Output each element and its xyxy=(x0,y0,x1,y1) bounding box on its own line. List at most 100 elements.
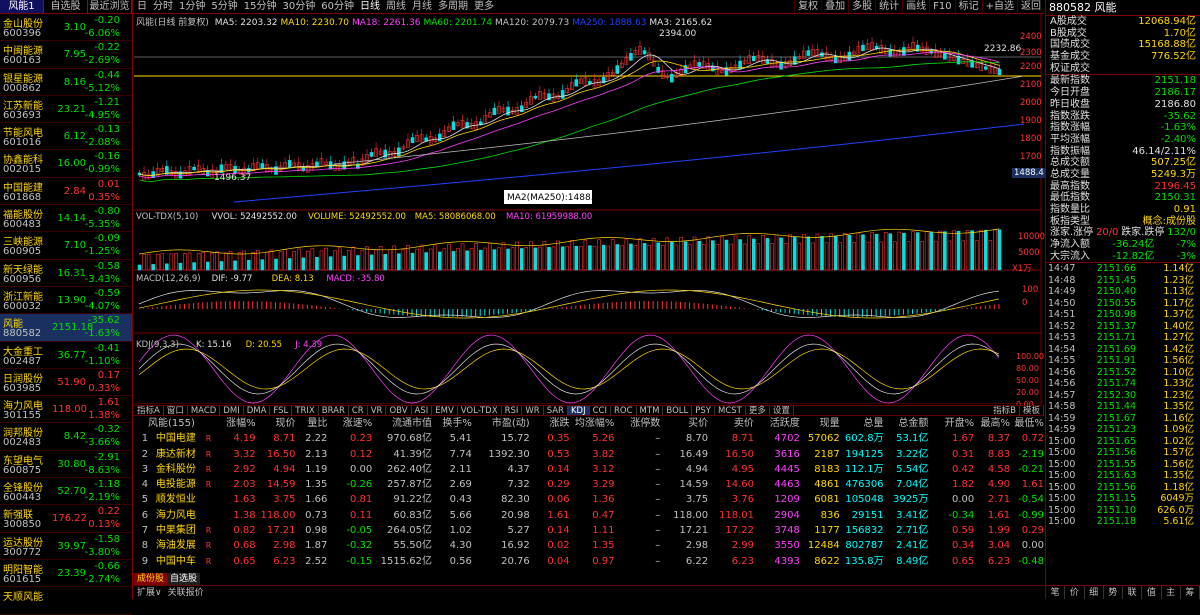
table-row[interactable]: 2 康达新材 R 3.32 16.50 2.13 0.12 41.39亿 7.74 1392.30… xyxy=(134,447,1044,462)
indicator-tab[interactable]: BRAR xyxy=(319,406,349,416)
indicator-tab[interactable]: KDJ xyxy=(567,406,590,416)
watchlist-row[interactable]: 浙江新能 600032 13.90 -0.59 -4.07% xyxy=(0,287,132,315)
column-header[interactable]: 活跃度 xyxy=(754,416,800,431)
indicator-tab[interactable]: 更多 xyxy=(746,406,770,416)
indicator-tab[interactable]: OBV xyxy=(386,406,412,416)
watchlist-row[interactable]: 运达股份 300772 39.97 -1.58 -3.80% xyxy=(0,533,132,560)
period-button[interactable]: 5分钟 xyxy=(208,0,240,13)
column-header[interactable]: 量比 xyxy=(295,416,327,431)
watchlist-row[interactable]: 金山股份 600396 3.10 -0.20 -6.06% xyxy=(0,14,132,42)
watchlist-row[interactable]: 银星能源 000862 8.16 -0.44 -5.12% xyxy=(0,69,132,96)
watchlist-row[interactable]: 中闽能源 600163 7.95 -0.22 -2.69% xyxy=(0,41,132,69)
indicator-tab[interactable]: SAR xyxy=(544,406,568,416)
column-header[interactable]: 最低% xyxy=(1010,416,1044,431)
column-header[interactable]: 换手% xyxy=(432,416,472,431)
watchlist-row[interactable]: 日润股份 603985 51.90 0.17 0.33% xyxy=(0,369,132,397)
toolbar-button[interactable]: +自选 xyxy=(981,0,1017,13)
watchlist-tab[interactable]: 风能1 xyxy=(0,0,44,13)
table-row[interactable]: 7 中果集团 R 0.82 17.21 0.98 -0.05 264.05亿 1.02 5.27 0… xyxy=(134,523,1044,538)
column-header[interactable]: 市盈(动) xyxy=(472,416,530,431)
indicator-tab[interactable]: DMI xyxy=(220,406,244,416)
column-header[interactable]: 均涨幅% xyxy=(570,416,615,431)
toolbar-button[interactable]: 标记 xyxy=(954,0,982,13)
period-button[interactable]: 更多 xyxy=(471,0,497,13)
table-row[interactable]: 3 金科股份 R 2.92 4.94 1.19 0.00 262.40亿 2.11 4.37 0.1… xyxy=(134,462,1044,477)
table-row[interactable]: 4 电投能源 R 2.03 14.59 1.35 -0.26 257.87亿 2.69 7.32 0… xyxy=(134,477,1044,492)
column-header[interactable]: 最高% xyxy=(974,416,1011,431)
bottom-button[interactable]: 关联报价 xyxy=(165,586,207,599)
watchlist-row[interactable]: 福能股份 600483 14.14 -0.80 -5.35% xyxy=(0,205,132,233)
watchlist-row[interactable]: 新天绿能 600956 16.31 -0.58 -3.43% xyxy=(0,260,132,287)
indicator-tab[interactable]: VR xyxy=(368,406,387,416)
table-row[interactable]: 9 中国中车 R 0.65 6.23 2.52 -0.15 1515.62亿 0.56 20.76… xyxy=(134,554,1044,569)
indicator-tab[interactable]: BOLL xyxy=(663,406,693,416)
watchlist-row[interactable]: 海力风电 301155 118.00 1.61 1.38% xyxy=(0,396,132,424)
column-header[interactable]: 风能(155) xyxy=(134,416,216,431)
table-row[interactable]: 6 海力风电 1.38 118.00 0.73 0.11 60.83亿 5.66 20.98 1.… xyxy=(134,508,1044,523)
period-button[interactable]: 周线 xyxy=(383,0,409,13)
indicator-tab[interactable]: 模板 xyxy=(1020,406,1044,416)
watchlist-row[interactable]: 节能风电 601016 6.12 -0.13 -2.08% xyxy=(0,123,132,151)
column-header[interactable]: 买价 xyxy=(660,416,708,431)
indicator-tab[interactable]: RSI xyxy=(502,406,523,416)
column-header[interactable]: 流通市值 xyxy=(372,416,432,431)
period-button[interactable]: 日 xyxy=(134,0,150,13)
indicator-tab[interactable]: WR xyxy=(522,406,544,416)
watchlist-tab[interactable]: 最近浏览 xyxy=(88,0,132,13)
table-row[interactable]: 1 中国电建 R 4.19 8.71 2.22 0.23 970.68亿 5.41 15.72 0.… xyxy=(134,431,1044,446)
toolbar-button[interactable]: F10 xyxy=(929,0,954,13)
indicator-tab[interactable]: MTM xyxy=(637,406,664,416)
quote-footer-tab[interactable]: 价 xyxy=(1065,586,1085,599)
indicator-tab[interactable]: CCI xyxy=(590,406,611,416)
indicator-tab[interactable]: 窗口 xyxy=(164,406,188,416)
indicator-tab[interactable]: 指标A xyxy=(134,406,164,416)
period-button[interactable]: 分时 xyxy=(150,0,176,13)
column-header[interactable]: 卖价 xyxy=(708,416,754,431)
column-header[interactable]: 涨速% xyxy=(327,416,373,431)
column-header[interactable]: 现量 xyxy=(800,416,840,431)
period-button[interactable]: 1分钟 xyxy=(176,0,208,13)
bottom-button[interactable]: 扩展∨ xyxy=(134,586,165,599)
indicator-tab[interactable]: ROC xyxy=(611,406,637,416)
quote-footer-tab[interactable]: 联 xyxy=(1123,586,1143,599)
watchlist-row[interactable]: 新强联 300850 176.22 0.22 0.13% xyxy=(0,505,132,533)
quote-footer-tab[interactable]: 筹 xyxy=(1181,586,1200,599)
period-button[interactable]: 60分钟 xyxy=(318,0,357,13)
period-button[interactable]: 多周期 xyxy=(435,0,471,13)
bottom-tab[interactable]: 成份股 xyxy=(134,573,168,585)
period-button[interactable]: 30分钟 xyxy=(279,0,318,13)
watchlist-row[interactable]: 协鑫能科 002015 16.00 -0.16 -0.99% xyxy=(0,150,132,178)
table-row[interactable]: 8 海油发展 R 0.68 2.98 1.87 -0.32 55.50亿 4.30 16.92 0.… xyxy=(134,538,1044,553)
indicator-tab[interactable]: PSY xyxy=(692,406,715,416)
indicator-tab[interactable]: 指标B xyxy=(990,406,1020,416)
indicator-tab[interactable]: MACD xyxy=(188,406,221,416)
watchlist-row[interactable]: 风能 880582 2151.18 -35.62 -1.63% xyxy=(0,314,132,342)
column-header[interactable]: 总金额 xyxy=(883,416,928,431)
column-header[interactable]: 开盘% xyxy=(928,416,975,431)
watchlist-row[interactable]: 明阳智能 601615 23.39 -0.66 -2.74% xyxy=(0,560,132,588)
column-header[interactable]: 现价 xyxy=(256,416,295,431)
kline-chart[interactable]: 2394.00 1496.37 2232.86 MA2(MA250):1488.22 V… xyxy=(134,14,1042,404)
watchlist-row[interactable]: 全锋股份 600443 52.70 -1.18 -2.19% xyxy=(0,478,132,506)
watchlist-row[interactable]: 大金重工 002487 36.77 -0.41 -1.10% xyxy=(0,342,132,369)
indicator-tab[interactable]: 设置 xyxy=(770,406,794,416)
toolbar-button[interactable]: 统计 xyxy=(875,0,902,13)
quote-footer-tab[interactable]: 主 xyxy=(1162,586,1181,599)
watchlist-row[interactable]: 东望电气 600875 30.80 -2.91 -8.63% xyxy=(0,451,132,479)
quote-footer-tab[interactable]: 笔 xyxy=(1046,586,1066,599)
indicator-tab[interactable]: VOL-TDX xyxy=(458,406,502,416)
watchlist-row[interactable]: 三峡能源 600905 7.10 -0.09 -1.25% xyxy=(0,232,132,260)
quote-footer-tab[interactable]: 细 xyxy=(1085,586,1104,599)
indicator-tab[interactable]: EMV xyxy=(432,406,458,416)
column-header[interactable]: 涨幅% xyxy=(216,416,256,431)
indicator-tab[interactable]: TRIX xyxy=(292,406,319,416)
indicator-tab[interactable]: ASI xyxy=(412,406,433,416)
watchlist-tab[interactable]: 自选股 xyxy=(44,0,88,13)
table-row[interactable]: 5 顺发恒业 1.63 3.75 1.66 0.81 91.22亿 0.43 82.30 0.06… xyxy=(134,492,1044,507)
toolbar-button[interactable]: 返回 xyxy=(1017,0,1044,13)
period-button[interactable]: 15分钟 xyxy=(241,0,280,13)
period-button[interactable]: 月线 xyxy=(409,0,435,13)
bottom-tab[interactable]: 自选股 xyxy=(167,573,201,585)
watchlist-row[interactable]: 江苏新能 603693 23.21 -1.21 -4.95% xyxy=(0,96,132,124)
toolbar-button[interactable]: 多股 xyxy=(848,0,875,13)
